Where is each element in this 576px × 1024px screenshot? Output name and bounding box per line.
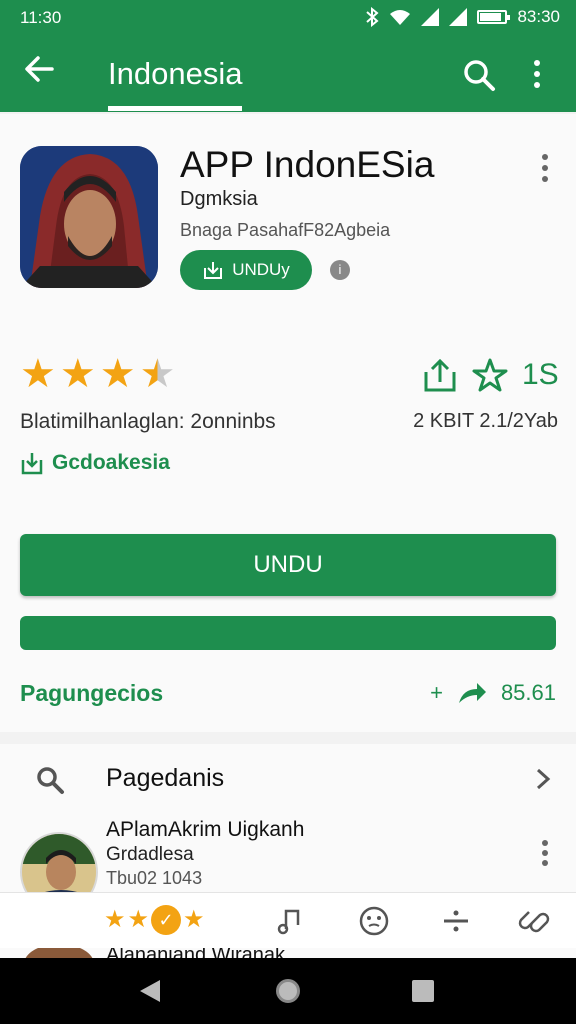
related-actions: + 85.61 [430, 680, 556, 706]
related-label: Pagungecios [20, 680, 164, 706]
chevron-right-icon[interactable] [532, 764, 554, 794]
install-chip-label: UNDUy [232, 260, 290, 279]
nav-home-icon[interactable] [276, 979, 300, 1003]
plus-icon[interactable]: + [430, 680, 443, 706]
music-note-icon[interactable] [274, 905, 306, 937]
item-title[interactable]: APlamAkrim Uigkanh [106, 818, 304, 842]
star-icon: ★ [59, 352, 96, 396]
badge-icon: ✓ [151, 905, 182, 935]
app-detail-card: APP IndonESia Dgmksia Bnaga PasahafF82Ag… [0, 114, 576, 732]
more-vert-icon[interactable] [538, 150, 552, 186]
signal-icon [421, 8, 440, 26]
star-icon: ★ [183, 906, 205, 933]
search-icon[interactable] [462, 58, 496, 92]
download-box-icon [21, 453, 43, 475]
divider-icon[interactable] [440, 905, 472, 937]
rating-stars: ★ ★ ★ ★ [20, 354, 175, 394]
install-button[interactable]: UNDU [20, 534, 556, 596]
status-bar: 11:30 83:30 [0, 0, 576, 38]
star-icon: ★ [127, 906, 150, 933]
battery-icon [477, 10, 511, 24]
app-bar: Indonesia [0, 38, 576, 112]
share-icon[interactable] [422, 358, 458, 392]
link-icon[interactable] [518, 905, 550, 937]
share-arrow-icon[interactable] [457, 681, 487, 705]
star-outline-icon[interactable] [472, 358, 508, 392]
developer-name[interactable]: Dgmksia [180, 188, 258, 211]
app-name: APP IndonESia [180, 144, 435, 185]
app-meta: Bnaga PasahafF82Agbeia [180, 220, 391, 240]
bottom-toolbar: ★ ★ ✓ ★ [0, 892, 576, 948]
item-meta: Tbu02 1043 [106, 868, 203, 888]
share-row: 1S [422, 358, 559, 392]
page-title: Indonesia [108, 56, 243, 91]
size-text: 2 KBIT 2.1/2Yab [413, 410, 558, 432]
download-box-icon [204, 262, 223, 279]
status-clock-right: 83:30 [517, 7, 560, 26]
info-icon[interactable]: i [330, 260, 350, 280]
signal-icon [449, 8, 468, 26]
related-row[interactable]: Pagungecios + 85.61 [20, 680, 556, 710]
arrow-left-icon[interactable] [22, 52, 56, 95]
section-title: Pagedanis [106, 764, 225, 792]
smiley-icon[interactable] [358, 905, 390, 937]
search-icon[interactable] [34, 764, 66, 796]
app-icon [20, 146, 158, 288]
star-icon: ★ [104, 906, 126, 933]
system-nav-bar [0, 958, 576, 1024]
toolbar-stars[interactable]: ★ ★ ✓ ★ [104, 905, 205, 935]
bluetooth-icon [366, 7, 379, 27]
status-icons: 83:30 [365, 7, 560, 27]
related-count: 85.61 [500, 680, 556, 705]
share-count: 1S [522, 358, 559, 391]
star-icon: ★ [20, 352, 56, 396]
star-icon: ★ [99, 352, 136, 396]
status-time: 11:30 [20, 8, 62, 27]
tag-link-label: Gcdoakesia [52, 451, 170, 474]
nav-back-icon[interactable] [140, 980, 160, 1002]
nav-recents-icon[interactable] [412, 980, 434, 1002]
more-vert-icon[interactable] [538, 838, 552, 868]
wifi-icon [390, 10, 411, 25]
star-half-icon: ★ [139, 352, 176, 396]
secondary-button[interactable] [20, 616, 556, 650]
tab-indicator [108, 106, 242, 111]
tag-link[interactable]: Gcdoakesia [20, 450, 170, 476]
install-chip[interactable]: UNDUy [180, 250, 312, 290]
item-subtitle: Grdadlesa [106, 844, 194, 865]
more-vert-icon[interactable] [530, 56, 544, 92]
rating-text: Blatimilhanlaglan: 2onninbs [20, 410, 276, 433]
